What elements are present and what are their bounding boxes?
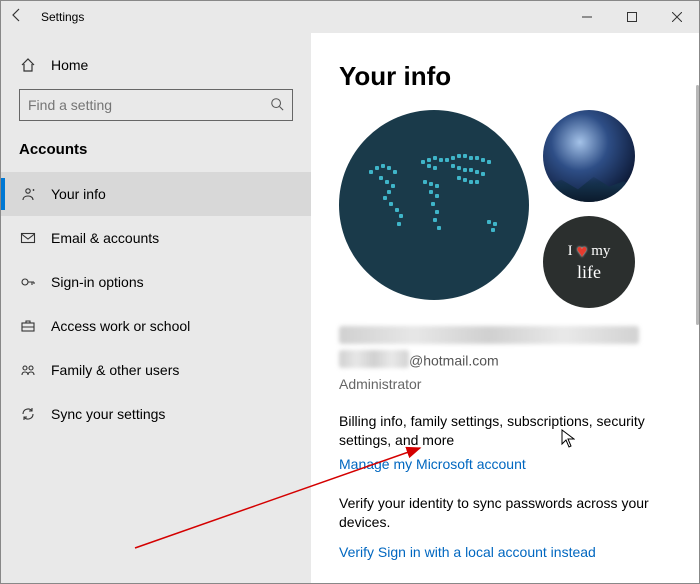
sidebar-item-label: Sign-in options [51, 274, 144, 290]
home-nav[interactable]: Home [1, 45, 311, 85]
local-account-link[interactable]: Sign in with a local account instead [378, 544, 596, 560]
sidebar-item-your-info[interactable]: Your info [1, 172, 311, 216]
avatar-row: I♥my life [339, 110, 671, 308]
settings-window: Settings Home Accoun [0, 0, 700, 584]
cursor-icon [561, 429, 575, 449]
sidebar-item-sync[interactable]: Sync your settings [1, 392, 311, 436]
sidebar-item-email[interactable]: Email & accounts [1, 216, 311, 260]
home-label: Home [51, 57, 88, 73]
minimize-button[interactable] [564, 1, 609, 33]
scrollbar[interactable] [693, 33, 699, 583]
heart-icon: ♥ [577, 241, 588, 262]
mail-icon [19, 230, 37, 246]
titlebar: Settings [1, 1, 699, 33]
sidebar-item-signin[interactable]: Sign-in options [1, 260, 311, 304]
window-body: Home Accounts Your info Email & acco [1, 33, 699, 583]
sidebar-item-work[interactable]: Access work or school [1, 304, 311, 348]
close-button[interactable] [654, 1, 699, 33]
sidebar-section-header: Accounts [1, 137, 311, 172]
key-icon [19, 274, 37, 290]
search-input[interactable] [28, 97, 270, 113]
avatar-recent-1[interactable] [543, 110, 635, 202]
billing-description: Billing info, family settings, subscript… [339, 412, 671, 450]
page-title: Your info [339, 61, 671, 92]
account-email: @hotmail.com [339, 350, 671, 374]
avatar-recent-2[interactable]: I♥my life [543, 216, 635, 308]
sidebar-item-label: Access work or school [51, 318, 190, 334]
sidebar-item-label: Family & other users [51, 362, 179, 378]
maximize-button[interactable] [609, 1, 654, 33]
account-role: Administrator [339, 376, 671, 392]
sidebar-item-label: Email & accounts [51, 230, 159, 246]
back-button[interactable] [1, 7, 33, 28]
verify-description: Verify your identity to sync passwords a… [339, 494, 671, 532]
search-icon [270, 97, 284, 114]
sidebar-item-family[interactable]: Family & other users [1, 348, 311, 392]
sync-icon [19, 406, 37, 422]
verify-link[interactable]: Verify [339, 544, 374, 560]
window-title: Settings [33, 10, 84, 24]
sidebar-item-label: Sync your settings [51, 406, 165, 422]
briefcase-icon [19, 318, 37, 334]
home-icon [19, 57, 37, 73]
account-name-redacted [339, 326, 639, 344]
person-icon [19, 186, 37, 202]
avatar-current[interactable] [339, 110, 529, 300]
search-box[interactable] [19, 89, 293, 121]
content-pane: Your info I♥my life [311, 33, 699, 583]
sidebar-item-label: Your info [51, 186, 106, 202]
scroll-thumb[interactable] [696, 85, 699, 325]
manage-account-link[interactable]: Manage my Microsoft account [339, 456, 526, 472]
sidebar: Home Accounts Your info Email & acco [1, 33, 311, 583]
people-icon [19, 362, 37, 378]
